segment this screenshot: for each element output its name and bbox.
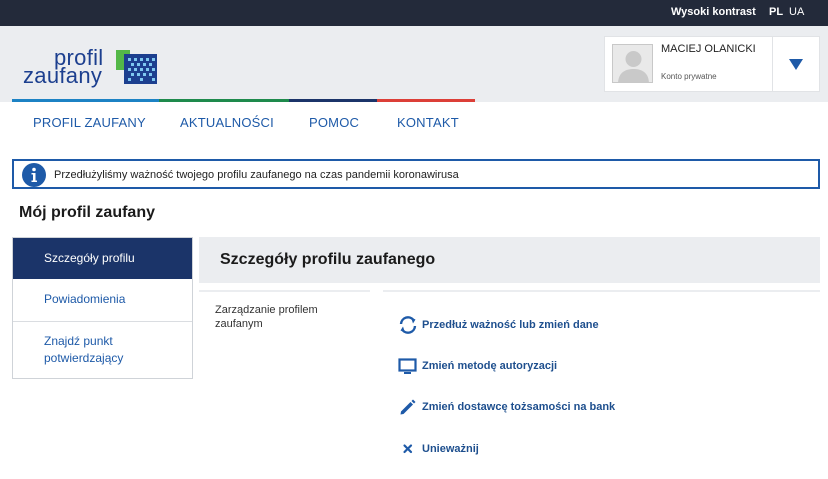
action-label: Zmień metodę autoryzacji xyxy=(422,360,558,372)
high-contrast-link[interactable]: Wysoki kontrast xyxy=(671,6,756,18)
section-divider xyxy=(383,290,820,292)
section-divider xyxy=(199,290,370,292)
main-nav: PROFIL ZAUFANY AKTUALNOŚCI POMOC KONTAKT xyxy=(0,102,828,146)
sidebar-item-label: Szczegóły profilu xyxy=(44,251,135,265)
sidebar-item-powiadomienia[interactable]: Powiadomienia xyxy=(13,279,192,320)
info-banner-text: Przedłużyliśmy ważność twojego profilu z… xyxy=(54,169,459,181)
language-pl-link[interactable]: PL xyxy=(769,6,783,18)
page-title: Mój profil zaufany xyxy=(19,204,155,221)
info-banner: Przedłużyliśmy ważność twojego profilu z… xyxy=(12,159,820,189)
content-header: Szczegóły profilu zaufanego xyxy=(199,237,820,283)
monitor-icon xyxy=(398,358,417,374)
close-icon xyxy=(403,444,413,454)
refresh-icon xyxy=(399,316,417,334)
language-ua-link[interactable]: UA xyxy=(789,6,804,18)
action-label: Przedłuż ważność lub zmień dane xyxy=(422,319,599,331)
profil-zaufany-logo[interactable]: profil zaufany xyxy=(22,45,162,89)
content-title: Szczegóły profilu zaufanego xyxy=(220,251,436,268)
user-menu[interactable]: MACIEJ OLANICKI Konto prywatne xyxy=(604,36,773,92)
section-label: Zarządzanie profilem zaufanym xyxy=(215,304,318,330)
nav-item-pomoc[interactable]: POMOC xyxy=(309,115,359,130)
sidebar-item-szczegoly-profilu[interactable]: Szczegóły profilu xyxy=(13,238,192,279)
action-label: Zmień dostawcę tożsamości na bank xyxy=(422,401,616,413)
user-silhouette-icon xyxy=(618,51,649,82)
avatar xyxy=(612,44,653,83)
nav-item-kontakt[interactable]: KONTAKT xyxy=(397,115,459,130)
nav-item-aktualnosci[interactable]: AKTUALNOŚCI xyxy=(180,115,274,130)
action-label: Unieważnij xyxy=(422,443,479,455)
user-name: MACIEJ OLANICKI xyxy=(661,43,756,55)
top-bar: Wysoki kontrast PL UA xyxy=(0,0,828,26)
sidebar-item-label: Znajdź punkt potwierdzający xyxy=(44,334,124,365)
logo-line2: zaufany xyxy=(23,63,103,88)
info-icon xyxy=(22,163,46,187)
account-type: Konto prywatne xyxy=(661,72,717,81)
user-menu-toggle[interactable] xyxy=(773,36,820,92)
sidebar-item-znajdz-punkt[interactable]: Znajdź punkt potwierdzający xyxy=(13,322,192,378)
logo-mark-icon xyxy=(116,50,157,84)
pencil-icon xyxy=(400,399,416,415)
sidebar-item-label: Powiadomienia xyxy=(44,292,126,306)
sidebar: Szczegóły profilu Powiadomienia Znajdź p… xyxy=(12,237,193,379)
nav-item-profil-zaufany[interactable]: PROFIL ZAUFANY xyxy=(33,115,146,130)
chevron-down-icon xyxy=(789,59,803,70)
